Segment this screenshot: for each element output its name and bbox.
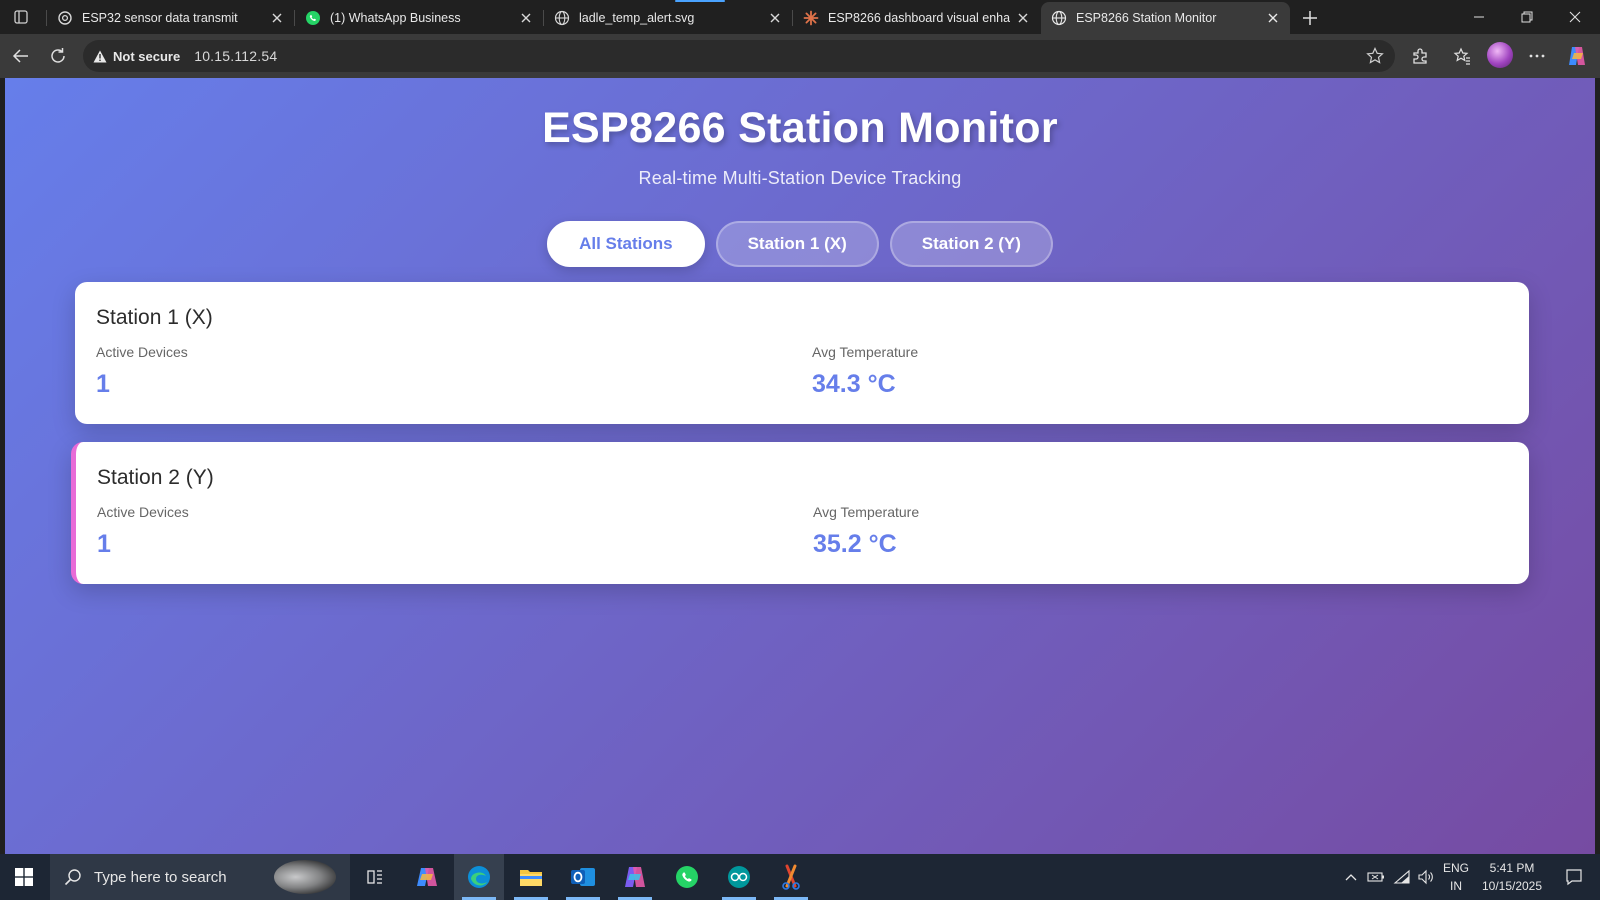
copilot-app-icon[interactable] [402,854,452,900]
microsoft-365-icon[interactable] [610,854,660,900]
tab-esp8266-station-monitor[interactable]: ESP8266 Station Monitor [1041,2,1290,34]
browser-toolbar: Not secure 10.15.112.54 [0,34,1600,78]
station-card-1[interactable]: Station 1 (X) Active Devices 1 Avg Tempe… [75,282,1529,424]
openai-icon [57,10,73,26]
close-tab-icon[interactable] [268,9,286,27]
stat-label: Active Devices [97,504,189,520]
close-window-icon[interactable] [1552,0,1598,34]
arduino-ide-icon[interactable] [714,854,764,900]
globe-icon [554,10,570,26]
page-subtitle: Real-time Multi-Station Device Tracking [638,168,962,188]
favorites-icon[interactable] [1447,41,1477,71]
avg-temperature-stat: Avg Temperature 35.2 °C [813,504,919,559]
clock[interactable]: 5:41 PM 10/15/2025 [1472,854,1552,900]
language-indicator[interactable]: ENG IN [1440,854,1472,900]
minimize-icon[interactable] [1456,0,1502,34]
filter-station-1-button[interactable]: Station 1 (X) [715,221,879,267]
tab-whatsapp-business[interactable]: (1) WhatsApp Business [295,2,543,34]
snipping-tool-icon[interactable] [766,854,816,900]
close-tab-icon[interactable] [1014,9,1032,27]
filter-station-2-button[interactable]: Station 2 (Y) [889,221,1053,267]
tab-esp8266-dashboard[interactable]: ESP8266 dashboard visual enhanc [793,2,1040,34]
notification-center-icon[interactable] [1554,854,1594,900]
profile-avatar[interactable] [1487,42,1513,68]
outlook-icon[interactable] [558,854,608,900]
station-filter-group: All Stations Station 1 (X) Station 2 (Y) [5,221,1595,267]
wifi-icon[interactable] [1390,854,1414,900]
stat-label: Avg Temperature [812,344,919,360]
language-code: ENG [1442,861,1469,875]
page-viewport: ESP8266 Station Monitor Real-time Multi-… [5,78,1595,854]
taskbar-search-box[interactable]: Type here to search [50,854,350,900]
page-title: ESP8266 Station Monitor [542,104,1058,152]
active-devices-stat: Active Devices 1 [96,344,188,399]
favorite-star-icon[interactable] [1365,46,1385,66]
more-options-icon[interactable] [1522,41,1552,71]
new-tab-icon[interactable] [1297,6,1323,30]
region-code: IN [1449,879,1462,893]
back-arrow-icon[interactable] [6,41,36,71]
battery-icon[interactable] [1364,854,1388,900]
close-tab-icon[interactable] [517,9,535,27]
avg-temperature-stat: Avg Temperature 34.3 °C [812,344,918,399]
station-name: Station 2 (Y) [97,466,214,489]
stat-value: 34.3 °C [812,370,896,398]
search-highlight-image [274,860,336,894]
windows-taskbar: Type here to search ENG IN 5:41 PM 10/15… [0,854,1600,900]
refresh-icon[interactable] [43,41,73,71]
tab-title: ESP8266 Station Monitor [1076,11,1217,25]
stat-value: 35.2 °C [813,530,897,558]
station-name: Station 1 (X) [96,306,213,329]
edge-browser-icon[interactable] [454,854,504,900]
claude-icon [803,10,819,26]
tab-title: ESP32 sensor data transmit [82,11,238,25]
browser-tab-strip: ESP32 sensor data transmit (1) WhatsApp … [0,0,1600,34]
tab-esp32-sensor[interactable]: ESP32 sensor data transmit [47,2,294,34]
warning-icon [93,49,107,63]
search-placeholder: Type here to search [94,868,227,886]
show-hidden-icons-chevron-icon[interactable] [1339,854,1363,900]
url-text[interactable]: 10.15.112.54 [194,48,277,64]
clock-date: 10/15/2025 [1481,879,1543,893]
whatsapp-icon [305,10,321,26]
tab-title: (1) WhatsApp Business [330,11,461,25]
task-view-icon[interactable] [350,854,400,900]
active-devices-stat: Active Devices 1 [97,504,189,559]
file-explorer-icon[interactable] [506,854,556,900]
tab-ladle-temp-alert[interactable]: ladle_temp_alert.svg [544,2,792,34]
stat-value: 1 [96,370,110,398]
restore-icon[interactable] [1504,0,1550,34]
address-bar[interactable]: Not secure 10.15.112.54 [83,40,1395,72]
windows-start-icon[interactable] [0,854,48,900]
tab-actions-icon[interactable] [8,5,34,29]
copilot-icon[interactable] [1562,41,1592,71]
globe-icon [1051,10,1067,26]
search-icon [64,867,84,887]
stat-label: Active Devices [96,344,188,360]
stat-label: Avg Temperature [813,504,920,520]
volume-icon[interactable] [1414,854,1438,900]
close-tab-icon[interactable] [1264,9,1282,27]
station-card-2[interactable]: Station 2 (Y) Active Devices 1 Avg Tempe… [71,442,1529,584]
security-status[interactable]: Not secure [113,49,180,64]
extensions-icon[interactable] [1405,41,1435,71]
tab-title: ESP8266 dashboard visual enhanc [828,11,1010,25]
clock-time: 5:41 PM [1489,861,1535,875]
whatsapp-app-icon[interactable] [662,854,712,900]
tab-title: ladle_temp_alert.svg [579,11,695,25]
close-tab-icon[interactable] [766,9,784,27]
filter-all-stations-button[interactable]: All Stations [547,221,705,267]
stat-value: 1 [97,530,111,558]
tab-loading-indicator [675,0,725,2]
